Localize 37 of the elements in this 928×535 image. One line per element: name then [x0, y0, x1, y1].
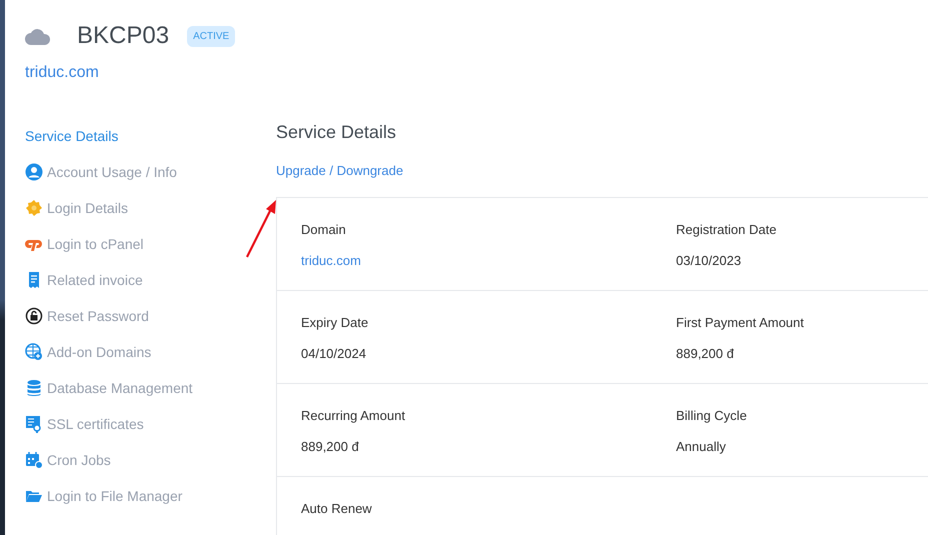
calendar-icon	[25, 451, 43, 469]
field-label: Billing Cycle	[676, 408, 748, 423]
sidebar-item[interactable]: Login to File Manager	[25, 478, 276, 514]
field-label: First Payment Amount	[676, 315, 805, 330]
section-title: Service Details	[276, 122, 398, 143]
gear-icon	[25, 199, 43, 217]
sidebar-item[interactable]: Service Details	[25, 118, 276, 154]
sidebar-item[interactable]: Related invoice	[25, 262, 276, 298]
sidebar-item[interactable]: Account Usage / Info	[25, 154, 276, 190]
service-title: BKCP03	[77, 22, 170, 50]
upgrade-downgrade-link[interactable]: Upgrade / Downgrade	[276, 163, 404, 178]
sidebar-item[interactable]: Login Details	[25, 190, 276, 226]
field-value: 889,200 đ	[301, 439, 360, 454]
sidebar-item[interactable]: Add-on Domains	[25, 334, 276, 370]
status-badge: ACTIVE	[187, 26, 236, 46]
lock-icon	[25, 307, 43, 325]
field-link[interactable]: triduc.com	[301, 253, 361, 268]
user-icon	[25, 163, 43, 181]
field-label: Registration Date	[676, 222, 778, 237]
sidebar-item[interactable]: Reset Password	[25, 298, 276, 334]
field-value: 03/10/2023	[676, 253, 742, 268]
field-label: Expiry Date	[301, 315, 370, 330]
database-icon	[25, 379, 43, 397]
field-value: 04/10/2024	[301, 346, 368, 361]
sidebar-item[interactable]: Cron Jobs	[25, 442, 276, 478]
field-label: Recurring Amount	[301, 408, 406, 423]
sidebar-item[interactable]: Database Management	[25, 370, 276, 406]
field-value: Annually	[676, 439, 727, 454]
globe-icon	[25, 343, 43, 361]
cloud-icon	[25, 27, 51, 45]
domain-link[interactable]: triduc.com	[25, 64, 928, 82]
sidebar-item[interactable]: Login to cPanel	[25, 226, 276, 262]
certificate-icon	[25, 415, 43, 433]
field-value: 889,200 đ	[676, 346, 735, 361]
field-label: Domain	[301, 222, 347, 237]
field-label: Auto Renew	[301, 501, 373, 516]
sidebar-item[interactable]: SSL certificates	[25, 406, 276, 442]
